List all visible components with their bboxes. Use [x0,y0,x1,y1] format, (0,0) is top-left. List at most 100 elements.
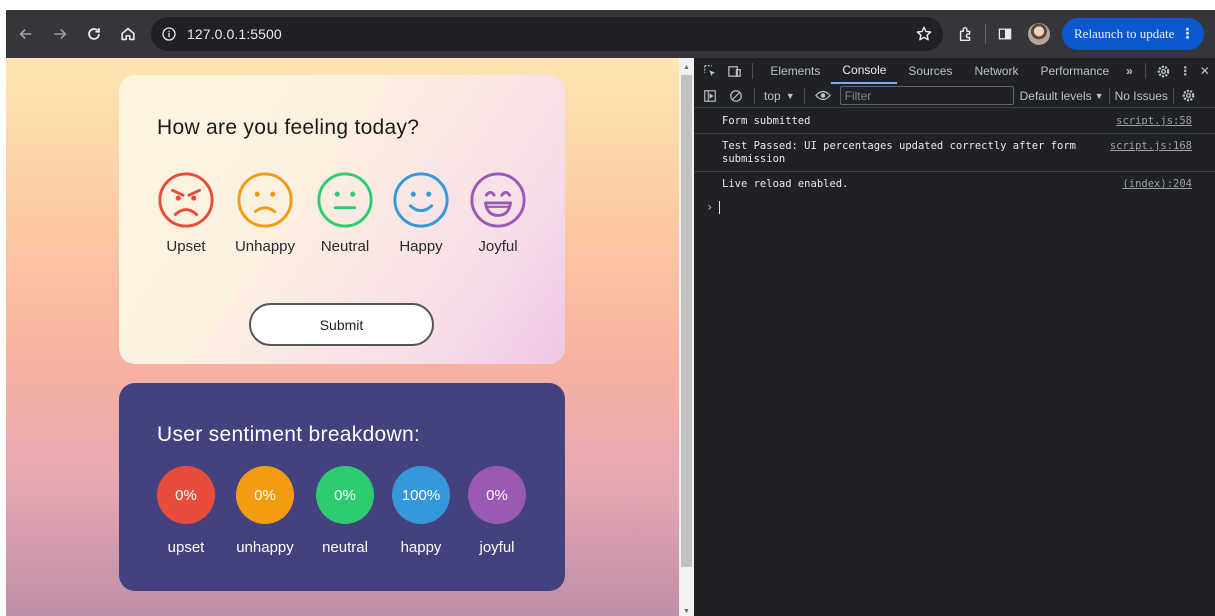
console-message: Form submitted script.js:58 [694,109,1215,134]
console-message: Live reload enabled. (index):204 [694,172,1215,196]
console-message-text: Test Passed: UI percentages updated corr… [722,140,1077,165]
tab-performance[interactable]: Performance [1029,58,1120,84]
stat-name: neutral [322,539,368,556]
stat-name: happy [400,539,442,556]
tab-sources[interactable]: Sources [897,58,963,84]
log-levels-dropdown[interactable]: Default levels ▼ [1020,89,1104,103]
toolbar-divider [803,87,805,104]
angry-face-icon [158,172,214,228]
console-settings-gear-icon[interactable] [1179,84,1199,108]
extensions-icon[interactable] [949,17,983,51]
text-caret [719,201,721,214]
stat-neutral: 0% neutral [305,466,385,556]
submit-button[interactable]: Submit [249,303,434,346]
console-source-link[interactable]: script.js:168 [1110,140,1192,153]
tab-elements[interactable]: Elements [759,58,831,84]
console-message-text: Form submitted [722,115,811,127]
smile-face-icon [393,172,449,228]
more-tabs-icon[interactable]: » [1120,58,1139,84]
context-selector[interactable]: top ▼ [760,89,799,103]
kebab-menu-icon: ⋮ [1180,26,1195,42]
stat-value: 0% [236,466,294,524]
levels-label: Default levels [1019,88,1092,103]
grin-face-icon [470,172,526,228]
tab-network[interactable]: Network [963,58,1029,84]
console-message: Test Passed: UI percentages updated corr… [694,134,1215,172]
emoji-label: Happy [399,238,443,255]
settings-gear-icon[interactable] [1152,58,1176,84]
clear-console-icon[interactable] [723,84,749,108]
inspect-element-icon[interactable] [698,58,722,84]
side-panel-icon[interactable] [988,17,1022,51]
home-icon[interactable] [111,17,145,51]
stat-joyful: 0% joyful [457,466,537,556]
scroll-down-arrow-icon[interactable]: ▼ [679,604,694,616]
stat-value: 0% [316,466,374,524]
stat-upset: 0% upset [146,466,226,556]
dropdown-arrow-icon: ▼ [785,90,795,101]
tab-divider [752,63,754,79]
emoji-option-unhappy[interactable]: Unhappy [225,171,305,255]
live-expression-eye-icon[interactable] [810,84,836,108]
emoji-option-neutral[interactable]: Neutral [305,171,385,255]
console-log: Form submitted script.js:58 Test Passed:… [694,109,1215,214]
issues-counter[interactable]: No Issues [1115,89,1168,103]
emoji-option-joyful[interactable]: Joyful [458,171,538,255]
address-bar[interactable]: 127.0.0.1:5500 [151,17,943,51]
feedback-question: How are you feeling today? [157,116,420,139]
reload-icon[interactable] [77,17,111,51]
console-message-text: Live reload enabled. [722,178,849,190]
scroll-up-arrow-icon[interactable]: ▲ [679,60,694,74]
stat-unhappy: 0% unhappy [225,466,305,556]
dropdown-arrow-icon: ▼ [1094,90,1104,101]
context-label: top [764,88,781,103]
close-devtools-icon[interactable]: ✕ [1195,58,1215,84]
toolbar-divider [985,24,986,44]
stat-value: 100% [392,466,450,524]
console-source-link[interactable]: script.js:58 [1116,115,1192,128]
avatar-image [1028,23,1050,45]
console-source-link[interactable]: (index):204 [1122,178,1192,191]
star-icon[interactable] [909,19,939,49]
devtools-tab-bar: Elements Console Sources Network Perform… [694,58,1215,84]
profile-avatar[interactable] [1022,17,1056,51]
toolbar-divider [1172,87,1174,104]
device-toolbar-icon[interactable] [722,58,746,84]
forward-arrow-icon[interactable] [43,17,77,51]
neutral-face-icon [317,172,373,228]
page-scrollbar[interactable]: ▲ ▼ [679,58,694,616]
url-text[interactable]: 127.0.0.1:5500 [187,26,282,42]
relaunch-to-update-button[interactable]: Relaunch to update ⋮ [1062,18,1205,50]
prompt-chevron-icon: › [706,200,714,214]
emoji-label: Upset [166,238,206,255]
sentiment-summary-card: User sentiment breakdown: 0% upset 0% un… [119,383,565,591]
summary-title: User sentiment breakdown: [157,423,421,446]
emoji-label: Joyful [478,238,518,255]
tab-console[interactable]: Console [831,58,898,84]
relaunch-label: Relaunch to update [1074,26,1175,41]
stat-value: 0% [157,466,215,524]
toolbar-divider [1108,87,1110,104]
console-toolbar: top ▼ Filter Default levels ▼ No Issues [694,84,1215,108]
browser-toolbar: 127.0.0.1:5500 Relaunch to update ⋮ [6,10,1215,58]
stat-name: joyful [479,539,515,556]
emoji-option-upset[interactable]: Upset [146,171,226,255]
emoji-label: Neutral [320,238,370,255]
scrollbar-thumb[interactable] [681,75,692,567]
sad-face-icon [237,172,293,228]
emoji-option-happy[interactable]: Happy [381,171,461,255]
console-input-prompt[interactable]: › [694,196,1215,214]
site-info-icon[interactable] [159,24,179,44]
back-arrow-icon[interactable] [9,17,43,51]
stat-name: upset [167,539,205,556]
emoji-label: Unhappy [234,238,296,255]
devtools-panel: Elements Console Sources Network Perform… [694,58,1215,616]
devtools-menu-icon[interactable]: ⋮ [1176,58,1195,84]
tab-divider [1144,63,1146,79]
stat-name: unhappy [236,539,294,556]
page-viewport: How are you feeling today? Upset Unhappy [6,58,679,616]
stat-happy: 100% happy [381,466,461,556]
show-sidebar-icon[interactable] [697,84,723,108]
console-filter-input[interactable]: Filter [839,86,1014,105]
window-top-strip [0,0,1215,10]
